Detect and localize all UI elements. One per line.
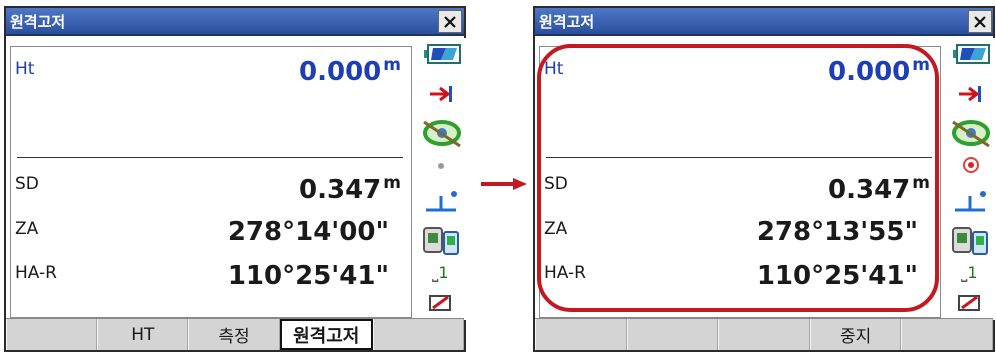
target-arrow-icon (430, 86, 452, 102)
divider (17, 157, 403, 158)
measurement-panel: Ht 0.000 m SD 0.347 m ZA 278°14'00" HA-R 1… (10, 46, 412, 318)
prism-constant-value: 1 (438, 263, 449, 282)
title-bar: 원격고저 (535, 8, 993, 36)
title-bar: 원격고저 (6, 8, 464, 36)
softkey-2[interactable] (626, 319, 719, 350)
input-mode-icon (429, 295, 451, 311)
controller-link-icon (952, 227, 988, 255)
softkey-remote-elevation[interactable]: 원격고저 (279, 319, 373, 350)
tilt-level-icon (423, 120, 461, 148)
right-arrow-icon (481, 178, 527, 190)
prism-reflector-icon (955, 191, 986, 212)
target-arrow-icon (959, 86, 981, 102)
laser-pointer-icon (438, 163, 444, 169)
softkey-measure[interactable]: 측정 (188, 319, 280, 350)
close-button[interactable] (968, 10, 992, 33)
ht-value: 0.000 m (299, 55, 401, 87)
close-icon (444, 15, 456, 28)
screen-before: 원격고저 Ht 0.000 m SD 0.347 m ZA 278°14'00" H… (4, 6, 466, 352)
softkey-3[interactable] (718, 319, 810, 350)
ht-unit: m (383, 55, 401, 75)
battery-icon (953, 44, 990, 64)
sd-unit: m (383, 173, 401, 193)
close-icon (974, 15, 986, 28)
za-value: 278°14'00" (227, 217, 389, 247)
prism-constant-icon: ⎵1 (961, 263, 978, 282)
laser-pointer-icon (963, 157, 979, 173)
controller-link-icon (423, 227, 459, 255)
input-mode-icon (958, 295, 980, 311)
battery-icon (424, 44, 461, 64)
prism-constant-value: 1 (967, 263, 978, 282)
status-icon-column: ⎵1 (945, 38, 995, 320)
prism-constant-icon: ⎵1 (432, 263, 449, 282)
sd-label: SD (15, 174, 39, 194)
har-value: 110°25'41" (227, 261, 389, 291)
ht-label: Ht (15, 59, 35, 79)
prism-reflector-icon (426, 191, 457, 212)
za-label: ZA (15, 219, 39, 239)
highlight-outline (537, 44, 939, 312)
softkey-bar: 중지 (535, 318, 993, 350)
window-title: 원격고저 (10, 13, 66, 31)
softkey-1[interactable] (535, 319, 627, 350)
softkey-ht[interactable]: HT (97, 319, 189, 350)
softkey-5[interactable] (901, 319, 993, 350)
softkey-bar: HT 측정 원격고저 (6, 318, 465, 350)
har-label: HA-R (15, 263, 57, 283)
softkey-stop[interactable]: 중지 (809, 319, 902, 350)
softkey-1[interactable] (6, 319, 98, 350)
status-icon-column: ⎵1 (416, 38, 466, 320)
window-title: 원격고저 (539, 13, 595, 31)
ht-number: 0.000 (299, 57, 382, 87)
sd-number: 0.347 (299, 175, 382, 205)
close-button[interactable] (438, 10, 462, 33)
sd-value: 0.347 m (299, 173, 401, 205)
softkey-5[interactable] (372, 319, 465, 350)
tilt-level-icon (952, 120, 990, 148)
